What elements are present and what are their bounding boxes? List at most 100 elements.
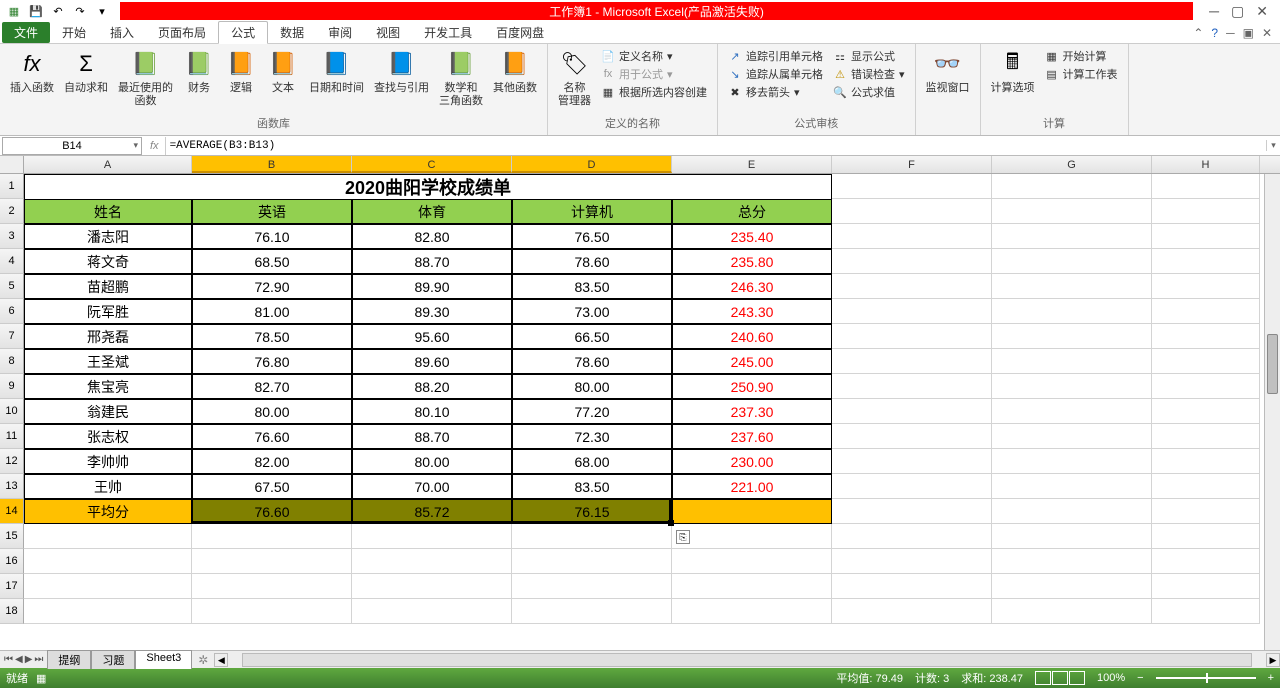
data-cell[interactable]: 89.90 bbox=[352, 274, 512, 299]
row-header-4[interactable]: 4 bbox=[0, 249, 24, 274]
table-header[interactable]: 总分 bbox=[672, 199, 832, 224]
calc-sheet-item[interactable]: ▤计算工作表 bbox=[1045, 66, 1118, 82]
avg-cell[interactable]: 76.15 bbox=[512, 499, 672, 524]
cell[interactable] bbox=[1152, 349, 1260, 374]
col-header-E[interactable]: E bbox=[672, 156, 832, 173]
row-header-10[interactable]: 10 bbox=[0, 399, 24, 424]
new-sheet-icon[interactable]: ✲ bbox=[192, 653, 214, 667]
data-cell[interactable]: 66.50 bbox=[512, 324, 672, 349]
define-name-item[interactable]: 📄定义名称 ▾ bbox=[601, 48, 707, 64]
col-header-F[interactable]: F bbox=[832, 156, 992, 173]
fill-handle[interactable] bbox=[668, 520, 674, 526]
maximize-button[interactable]: ▢ bbox=[1231, 3, 1244, 20]
cell[interactable] bbox=[192, 574, 352, 599]
save-icon[interactable]: 💾 bbox=[28, 3, 44, 19]
data-cell[interactable]: 78.50 bbox=[192, 324, 352, 349]
data-cell[interactable]: 73.00 bbox=[512, 299, 672, 324]
cell[interactable] bbox=[512, 574, 672, 599]
cell[interactable] bbox=[992, 249, 1152, 274]
row-header-5[interactable]: 5 bbox=[0, 274, 24, 299]
calc-options-button[interactable]: 🖩计算选项 bbox=[987, 46, 1039, 97]
name-cell[interactable]: 王圣斌 bbox=[24, 349, 192, 374]
cell[interactable] bbox=[832, 574, 992, 599]
cell[interactable] bbox=[672, 524, 832, 549]
table-header[interactable]: 体育 bbox=[352, 199, 512, 224]
cell[interactable] bbox=[832, 174, 992, 199]
data-cell[interactable]: 70.00 bbox=[352, 474, 512, 499]
error-check-item[interactable]: ⚠错误检查 ▾ bbox=[833, 66, 905, 82]
cell[interactable] bbox=[832, 299, 992, 324]
cell[interactable] bbox=[352, 574, 512, 599]
cell[interactable] bbox=[992, 549, 1152, 574]
data-cell[interactable]: 82.00 bbox=[192, 449, 352, 474]
avg-cell[interactable]: 85.72 bbox=[352, 499, 512, 524]
data-cell[interactable]: 83.50 bbox=[512, 274, 672, 299]
cell[interactable] bbox=[24, 549, 192, 574]
data-cell[interactable]: 235.40 bbox=[672, 224, 832, 249]
data-cell[interactable]: 76.80 bbox=[192, 349, 352, 374]
cell[interactable] bbox=[1152, 199, 1260, 224]
cell[interactable] bbox=[992, 424, 1152, 449]
cell[interactable] bbox=[832, 199, 992, 224]
zoom-slider[interactable] bbox=[1156, 677, 1256, 679]
name-manager-button[interactable]: 🏷名称 管理器 bbox=[554, 46, 595, 110]
name-cell[interactable]: 邢尧磊 bbox=[24, 324, 192, 349]
name-cell[interactable]: 阮军胜 bbox=[24, 299, 192, 324]
sheet-tab-Sheet3[interactable]: Sheet3 bbox=[135, 650, 192, 669]
tab-数据[interactable]: 数据 bbox=[268, 22, 316, 43]
table-header[interactable]: 计算机 bbox=[512, 199, 672, 224]
cell[interactable] bbox=[832, 599, 992, 624]
cell[interactable] bbox=[992, 299, 1152, 324]
lookup-button[interactable]: 📘查找与引用 bbox=[370, 46, 433, 97]
autofill-options-icon[interactable]: ⎘ bbox=[676, 530, 690, 544]
cell[interactable] bbox=[832, 474, 992, 499]
doc-minimize-icon[interactable]: ─ bbox=[1226, 26, 1235, 40]
name-cell[interactable]: 苗超鹏 bbox=[24, 274, 192, 299]
name-cell[interactable]: 焦宝亮 bbox=[24, 374, 192, 399]
cell[interactable] bbox=[192, 599, 352, 624]
data-cell[interactable]: 89.30 bbox=[352, 299, 512, 324]
formula-expand-icon[interactable]: ▾ bbox=[1266, 140, 1280, 151]
cell[interactable] bbox=[992, 174, 1152, 199]
zoom-level[interactable]: 100% bbox=[1097, 672, 1125, 684]
cell[interactable] bbox=[992, 324, 1152, 349]
data-cell[interactable]: 95.60 bbox=[352, 324, 512, 349]
data-cell[interactable]: 240.60 bbox=[672, 324, 832, 349]
show-formulas-item[interactable]: ⚏显示公式 bbox=[833, 48, 905, 64]
cell[interactable] bbox=[1152, 174, 1260, 199]
data-cell[interactable]: 72.90 bbox=[192, 274, 352, 299]
cell[interactable] bbox=[992, 499, 1152, 524]
cell[interactable] bbox=[832, 499, 992, 524]
avg-label-cell[interactable]: 平均分 bbox=[24, 499, 192, 524]
data-cell[interactable]: 88.70 bbox=[352, 249, 512, 274]
cell[interactable] bbox=[832, 249, 992, 274]
evaluate-formula-item[interactable]: 🔍公式求值 bbox=[833, 84, 905, 100]
cell[interactable] bbox=[512, 524, 672, 549]
data-cell[interactable]: 237.60 bbox=[672, 424, 832, 449]
name-cell[interactable]: 翁建民 bbox=[24, 399, 192, 424]
data-cell[interactable]: 78.60 bbox=[512, 249, 672, 274]
cell[interactable] bbox=[992, 199, 1152, 224]
tab-插入[interactable]: 插入 bbox=[98, 22, 146, 43]
data-cell[interactable]: 230.00 bbox=[672, 449, 832, 474]
data-cell[interactable]: 80.00 bbox=[352, 449, 512, 474]
name-cell[interactable]: 蒋文奇 bbox=[24, 249, 192, 274]
col-header-A[interactable]: A bbox=[24, 156, 192, 173]
cell[interactable] bbox=[1152, 399, 1260, 424]
data-cell[interactable]: 81.00 bbox=[192, 299, 352, 324]
cell[interactable] bbox=[832, 224, 992, 249]
data-cell[interactable]: 80.00 bbox=[512, 374, 672, 399]
help-icon[interactable]: ? bbox=[1211, 26, 1218, 40]
fx-icon[interactable]: fx bbox=[150, 140, 159, 152]
row-header-3[interactable]: 3 bbox=[0, 224, 24, 249]
avg-cell[interactable] bbox=[672, 499, 832, 524]
cell[interactable] bbox=[992, 574, 1152, 599]
row-header-16[interactable]: 16 bbox=[0, 549, 24, 574]
row-header-17[interactable]: 17 bbox=[0, 574, 24, 599]
data-cell[interactable]: 237.30 bbox=[672, 399, 832, 424]
calc-now-item[interactable]: ▦开始计算 bbox=[1045, 48, 1118, 64]
cell[interactable] bbox=[672, 599, 832, 624]
other-fn-button[interactable]: 📙其他函数 bbox=[489, 46, 541, 97]
cell[interactable] bbox=[992, 349, 1152, 374]
cell[interactable] bbox=[672, 574, 832, 599]
